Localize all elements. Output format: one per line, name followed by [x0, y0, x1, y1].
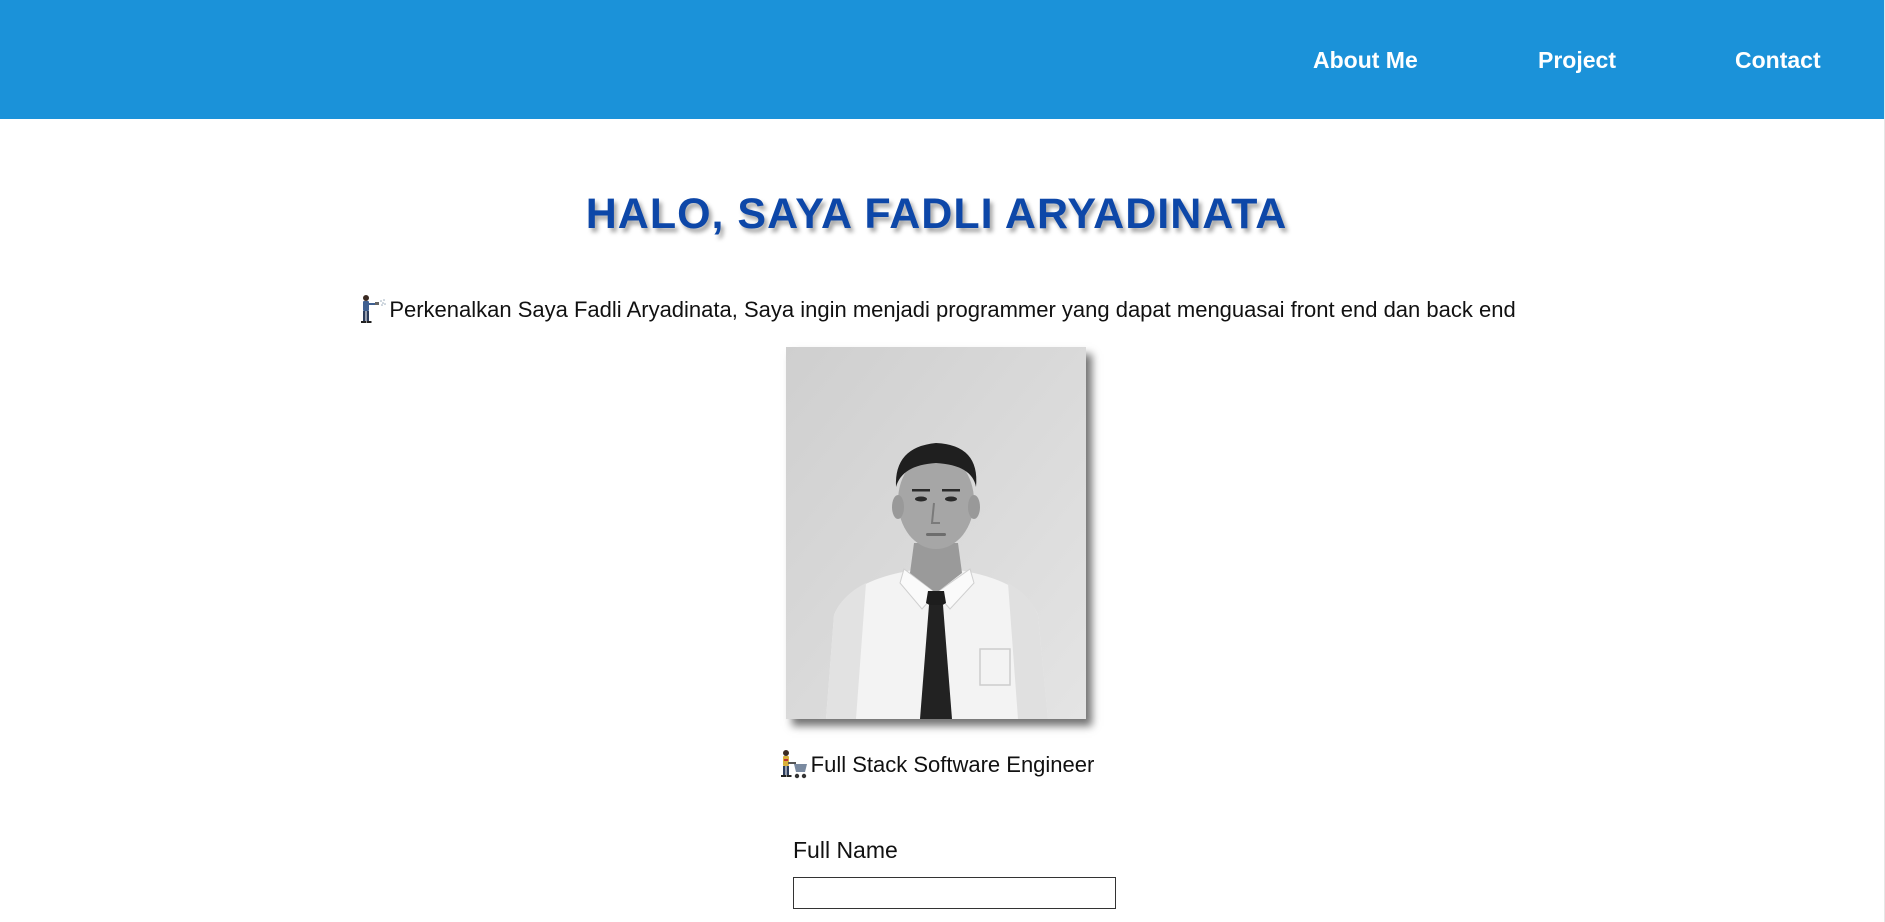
nav-contact[interactable]: Contact [1735, 45, 1821, 75]
profile-photo [786, 347, 1086, 719]
nav-about-me[interactable]: About Me [1313, 45, 1418, 75]
page: About Me Project Contact HALO, SAYA FADL… [0, 0, 1885, 922]
intro-text: Perkenalkan Saya Fadli Aryadinata, Saya … [389, 297, 1516, 322]
intro-paragraph: Perkenalkan Saya Fadli Aryadinata, Saya … [0, 293, 1873, 325]
nav-project[interactable]: Project [1538, 45, 1616, 75]
worker-with-cart-icon [779, 748, 809, 780]
full-name-input[interactable] [793, 877, 1116, 909]
person-spraying-icon [357, 293, 387, 325]
role-line: Full Stack Software Engineer [0, 748, 1873, 780]
top-navbar: About Me Project Contact [0, 0, 1884, 119]
page-title: HALO, SAYA FADLI ARYADINATA [585, 190, 1288, 238]
full-name-label: Full Name [793, 837, 898, 863]
role-text: Full Stack Software Engineer [810, 752, 1095, 777]
